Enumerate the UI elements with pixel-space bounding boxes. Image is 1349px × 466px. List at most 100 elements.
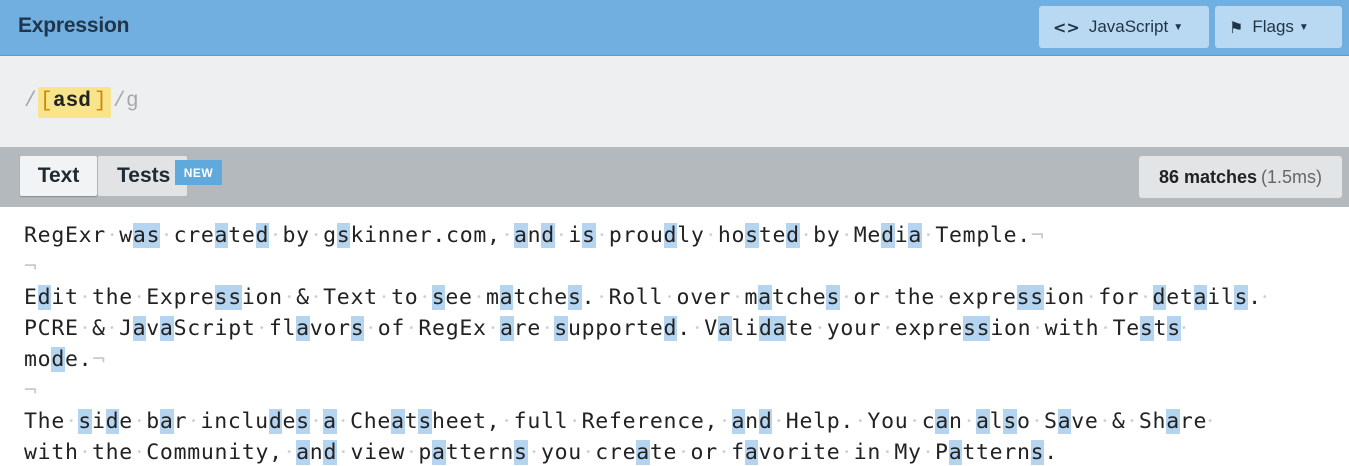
match-highlight[interactable]: s (1030, 285, 1044, 310)
match-highlight[interactable]: s (1139, 316, 1154, 341)
space-marker: • (965, 416, 973, 427)
match-highlight[interactable]: a (772, 316, 787, 341)
text-line: mode.¬ (24, 347, 106, 372)
match-highlight[interactable]: s (336, 223, 351, 248)
space-marker: • (258, 323, 266, 334)
match-highlight[interactable]: a (159, 409, 174, 434)
character-class-token[interactable]: [ asd ] (38, 87, 111, 118)
match-highlight[interactable]: a (744, 440, 759, 465)
match-highlight[interactable]: s (581, 223, 596, 248)
match-highlight[interactable]: s (228, 285, 242, 310)
match-highlight[interactable]: d (758, 316, 773, 341)
space-marker: • (1261, 292, 1269, 303)
match-highlight[interactable]: s (745, 223, 759, 248)
match-highlight[interactable]: a (513, 223, 528, 248)
match-highlight[interactable]: d (51, 347, 65, 372)
match-highlight[interactable]: a (214, 223, 229, 248)
match-highlight[interactable]: a (948, 440, 963, 465)
flags-label: Flags (1252, 17, 1294, 36)
match-highlight[interactable]: s (976, 316, 991, 341)
match-highlight[interactable]: a (296, 440, 310, 465)
match-highlight[interactable]: d (663, 316, 678, 341)
match-highlight[interactable]: d (1152, 285, 1167, 310)
match-highlight[interactable]: s (78, 409, 92, 434)
match-highlight[interactable]: s (146, 223, 161, 248)
match-highlight[interactable]: d (105, 409, 120, 434)
flags-dropdown-button[interactable]: ⚑ Flags ▼ (1215, 6, 1342, 48)
match-highlight[interactable]: s (1234, 285, 1249, 310)
space-marker: • (585, 447, 592, 458)
language-dropdown-button[interactable]: <> JavaScript ▼ (1039, 6, 1209, 48)
match-highlight[interactable]: a (908, 223, 923, 248)
space-marker: • (1207, 416, 1214, 427)
match-highlight[interactable]: s (418, 409, 433, 434)
space-marker: • (843, 292, 851, 303)
match-highlight[interactable]: d (323, 440, 338, 465)
match-highlight[interactable]: a (717, 316, 732, 341)
match-highlight[interactable]: a (1057, 409, 1072, 434)
match-highlight[interactable]: a (432, 440, 446, 465)
space-marker: • (734, 292, 742, 303)
match-highlight[interactable]: a (758, 285, 772, 310)
text-line: PCRE • & • JavaScript • flavors • of • RegEx • are • s… (24, 316, 1188, 341)
match-highlight[interactable]: a (159, 316, 174, 341)
space-marker: • (136, 416, 143, 427)
space-marker: • (558, 230, 565, 241)
match-highlight[interactable]: a (132, 316, 147, 341)
match-highlight[interactable]: s (1167, 316, 1181, 341)
match-highlight[interactable]: s (1030, 440, 1045, 465)
match-highlight[interactable]: a (1166, 409, 1180, 434)
match-highlight[interactable]: d (268, 409, 283, 434)
test-text-area[interactable]: RegExr • was • created • by • gskinner.com, • and •… (0, 207, 1349, 466)
match-highlight[interactable]: s (296, 409, 310, 434)
match-highlight[interactable]: s (567, 285, 582, 310)
match-highlight[interactable]: d (255, 223, 270, 248)
match-highlight[interactable]: s (554, 316, 568, 341)
space-marker: • (286, 292, 293, 303)
match-highlight[interactable]: s (1003, 409, 1017, 434)
match-count-badge[interactable]: 86 matches (1.5ms) (1139, 156, 1342, 198)
space-marker: • (884, 447, 892, 458)
space-marker: • (925, 230, 933, 241)
match-highlight[interactable]: a (500, 316, 514, 341)
match-highlight[interactable]: s (431, 285, 446, 310)
space-marker: • (68, 416, 75, 427)
match-highlight[interactable]: a (391, 409, 405, 434)
match-highlight[interactable]: a (731, 409, 746, 434)
space-marker: • (381, 292, 388, 303)
space-marker: • (803, 230, 810, 241)
match-highlight[interactable]: d (881, 223, 895, 248)
match-highlight[interactable]: a (323, 409, 337, 434)
space-marker: • (721, 416, 729, 427)
match-highlight[interactable]: a (296, 316, 310, 341)
space-marker: • (884, 292, 891, 303)
space-marker: • (571, 416, 579, 427)
match-highlight[interactable]: s (350, 316, 365, 341)
match-highlight[interactable]: d (786, 223, 800, 248)
space-marker: • (136, 292, 143, 303)
tab-tests[interactable]: Tests (98, 156, 187, 196)
match-highlight[interactable]: a (636, 440, 650, 465)
space-marker: • (938, 292, 946, 303)
match-highlight[interactable]: s (826, 285, 841, 310)
match-highlight[interactable]: d (663, 223, 678, 248)
match-highlight[interactable]: d (37, 285, 52, 310)
tab-text[interactable]: Text (20, 156, 97, 196)
match-highlight[interactable]: s (1016, 285, 1031, 310)
match-highlight[interactable]: a (132, 223, 147, 248)
new-badge: NEW (175, 160, 222, 185)
match-highlight[interactable]: a (1193, 285, 1208, 310)
match-highlight[interactable]: s (963, 316, 977, 341)
match-highlight[interactable]: s (513, 440, 528, 465)
newline-marker: ¬ (92, 347, 106, 372)
match-highlight[interactable]: a (976, 409, 990, 434)
space-marker: • (503, 416, 511, 427)
match-highlight[interactable]: s (214, 285, 229, 310)
match-highlight[interactable]: a (499, 285, 514, 310)
match-highlight[interactable]: a (935, 409, 950, 434)
expression-editor[interactable]: / [ asd ] / g (0, 57, 1349, 147)
space-marker: • (680, 447, 688, 458)
flags-text[interactable]: g (126, 90, 139, 113)
match-highlight[interactable]: d (758, 409, 773, 434)
match-highlight[interactable]: d (541, 223, 555, 248)
